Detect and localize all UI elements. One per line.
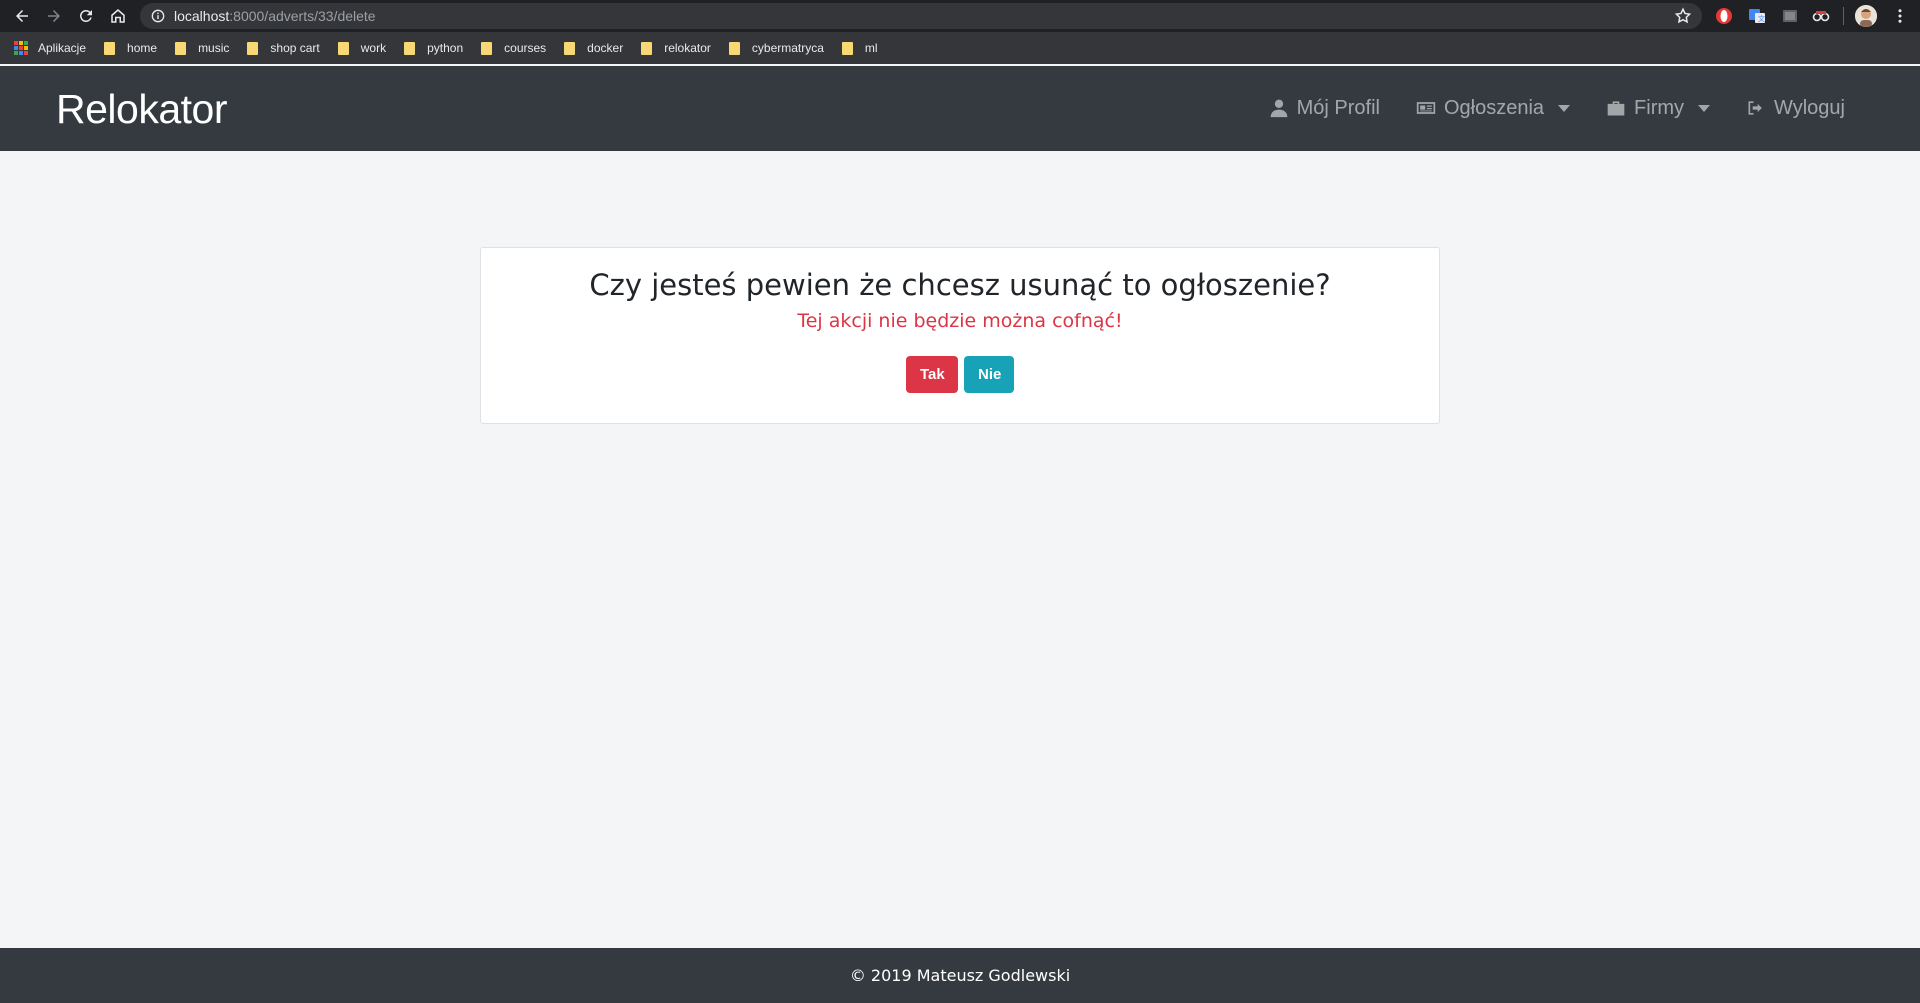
- irreversible-warning: Tej akcji nie będzie można cofnąć!: [797, 310, 1123, 332]
- bookmark-label: relokator: [664, 41, 711, 55]
- apps-grid-icon: [14, 41, 28, 55]
- toolbar-separator: [1843, 7, 1844, 25]
- bookmark-label: docker: [587, 41, 624, 55]
- bookmark-docker[interactable]: docker: [564, 41, 623, 55]
- browser-menu-button[interactable]: [1884, 0, 1916, 32]
- confirm-yes-button[interactable]: Tak: [906, 356, 958, 393]
- folder-icon: [104, 41, 116, 55]
- url-host: localhost: [174, 8, 230, 24]
- bookmark-music[interactable]: music: [175, 41, 229, 55]
- folder-icon: [841, 41, 853, 55]
- bookmark-label: ml: [864, 41, 878, 55]
- arrow-left-icon: [16, 10, 28, 22]
- delete-confirmation-card: Czy jesteś pewien że chcesz usunąć to og…: [480, 247, 1440, 424]
- site-footer: © 2019 Mateusz Godlewski: [0, 948, 1920, 1003]
- bookmarks-bar: Aplikacje home music shop cart work pyth…: [0, 32, 1920, 64]
- nav-logout[interactable]: Wyloguj: [1746, 97, 1845, 120]
- user-icon: [1270, 99, 1287, 118]
- bookmark-shop-cart[interactable]: shop cart: [247, 41, 320, 55]
- bookmark-label: Aplikacje: [38, 41, 87, 55]
- more-vertical-icon: [1898, 9, 1902, 23]
- url-text: localhost:8000/adverts/33/delete: [174, 8, 376, 24]
- site-navbar: Relokator Mój Profil Ogłoszenia Firmy Wy…: [0, 66, 1920, 151]
- bookmark-courses[interactable]: courses: [481, 41, 546, 55]
- nav-label: Wyloguj: [1774, 96, 1845, 119]
- caret-down-icon: [1698, 104, 1711, 112]
- info-icon[interactable]: [150, 8, 166, 24]
- extension-glasses-icon[interactable]: [1811, 6, 1831, 26]
- bookmark-star-icon[interactable]: [1674, 7, 1692, 25]
- folder-icon: [564, 41, 576, 55]
- caret-down-icon: [1558, 104, 1571, 112]
- bookmark-label: home: [127, 41, 158, 55]
- brand-logo[interactable]: Relokator: [56, 86, 227, 133]
- back-button[interactable]: [6, 0, 38, 32]
- briefcase-icon: [1607, 101, 1625, 116]
- forward-button[interactable]: [38, 0, 70, 32]
- folder-icon: [728, 41, 740, 55]
- folder-icon: [404, 41, 416, 55]
- home-button[interactable]: [102, 0, 134, 32]
- folder-icon: [175, 41, 187, 55]
- bookmark-label: courses: [504, 41, 547, 55]
- bookmark-label: shop cart: [270, 41, 320, 55]
- bookmark-label: python: [427, 41, 464, 55]
- sign-out-icon: [1748, 101, 1762, 115]
- bookmark-label: work: [360, 41, 387, 55]
- extension-opera-icon[interactable]: [1714, 6, 1734, 26]
- nav-label: Mój Profil: [1296, 96, 1380, 119]
- folder-icon: [247, 41, 259, 55]
- arrow-right-icon: [48, 10, 60, 22]
- url-path: :8000/adverts/33/delete: [229, 8, 376, 24]
- folder-icon: [641, 41, 653, 55]
- reload-icon: [79, 9, 92, 22]
- confirmation-buttons: Tak Nie: [481, 356, 1439, 393]
- home-icon: [111, 9, 125, 23]
- newspaper-icon: [1416, 102, 1436, 114]
- nav-adverts-dropdown[interactable]: Ogłoszenia: [1416, 96, 1571, 120]
- bookmark-label: cybermatryca: [751, 41, 824, 55]
- folder-icon: [337, 41, 349, 55]
- svg-text:文: 文: [1758, 14, 1765, 23]
- nav-my-profile[interactable]: Mój Profil: [1269, 97, 1380, 120]
- reload-button[interactable]: [70, 0, 102, 32]
- nav-menu: Mój Profil Ogłoszenia Firmy Wyloguj: [1233, 94, 1845, 122]
- extension-generic-icon[interactable]: [1780, 6, 1800, 26]
- bookmark-label: music: [198, 41, 230, 55]
- bookmark-apps[interactable]: Aplikacje: [14, 41, 86, 55]
- bookmark-python[interactable]: python: [404, 41, 463, 55]
- folder-icon: [481, 41, 493, 55]
- address-bar[interactable]: localhost:8000/adverts/33/delete: [140, 3, 1702, 29]
- bookmark-cybermatryca[interactable]: cybermatryca: [728, 41, 824, 55]
- footer-copyright: © 2019 Mateusz Godlewski: [849, 966, 1071, 985]
- nav-companies-dropdown[interactable]: Firmy: [1606, 96, 1711, 120]
- nav-label: Ogłoszenia: [1443, 96, 1545, 119]
- bookmark-relokator[interactable]: relokator: [641, 41, 711, 55]
- profile-avatar[interactable]: [1855, 5, 1877, 27]
- extension-translate-icon[interactable]: 文: [1747, 6, 1767, 26]
- confirmation-question: Czy jesteś pewien że chcesz usunąć to og…: [589, 268, 1331, 302]
- confirm-no-button[interactable]: Nie: [964, 356, 1014, 393]
- bookmark-home[interactable]: home: [104, 41, 157, 55]
- browser-toolbar: localhost:8000/adverts/33/delete 文: [0, 0, 1920, 32]
- nav-label: Firmy: [1634, 96, 1685, 119]
- bookmark-ml[interactable]: ml: [841, 41, 878, 55]
- bookmark-work[interactable]: work: [337, 41, 387, 55]
